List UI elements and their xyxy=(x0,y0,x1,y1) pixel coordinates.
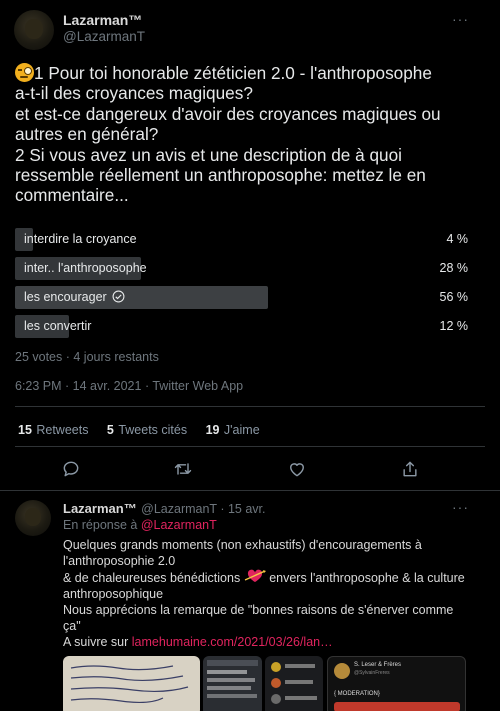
poll-option: les encourager 56 % xyxy=(15,286,473,309)
poll-option-percent: 28 % xyxy=(439,261,469,275)
check-circle-icon xyxy=(112,290,125,303)
reply-line: ça" xyxy=(63,619,81,633)
media-thumbnail-handwritten-letter[interactable] xyxy=(63,656,200,711)
reply-line: A suivre sur lamehumaine.com/2021/03/26/… xyxy=(63,635,333,649)
retweet-icon[interactable] xyxy=(173,459,193,479)
reply-more-options-icon[interactable]: ··· xyxy=(452,499,469,515)
poll-option-percent: 56 % xyxy=(439,290,469,304)
reply-line: anthroposophique xyxy=(63,587,164,601)
tweet-line: ressemble réellement un anthroposophe: m… xyxy=(15,165,426,186)
like-icon[interactable] xyxy=(287,459,307,479)
tweet-line: autres en général? xyxy=(15,124,159,145)
tweet-line: 2 Si vous avez un avis et une descriptio… xyxy=(15,144,402,165)
poll-option-label: inter.. l'anthroposophe xyxy=(24,261,147,275)
tweet-stats: 15 Retweets 5 Tweets cités 19 J'aime xyxy=(18,421,260,439)
poll-option-label: les convertir xyxy=(24,319,92,333)
poll: interdire la croyance 4 % inter.. l'anth… xyxy=(0,228,500,348)
thumb-header: S. Leser & Frères xyxy=(354,662,402,668)
media-thumbnail-profile[interactable]: S. Leser & Frères @SylvainFreres { MODER… xyxy=(327,656,466,711)
poll-option-percent: 12 % xyxy=(439,319,469,333)
poll-option-percent: 4 % xyxy=(446,232,468,246)
in-reply-to: En réponse à @LazarmanT xyxy=(63,518,217,532)
tweet-line: a-t-il des croyances magiques? xyxy=(15,83,253,104)
reply-line: & de chaleureuses bénédictions envers l'… xyxy=(63,569,465,585)
reply-line: Nous apprécions la remarque de "bonnes r… xyxy=(63,603,454,617)
quotes-stat[interactable]: 5 Tweets cités xyxy=(107,421,187,438)
poll-option: interdire la croyance 4 % xyxy=(15,228,473,251)
divider xyxy=(15,406,485,407)
heart-arrow-emoji-icon xyxy=(244,569,266,582)
in-reply-to-link[interactable]: @LazarmanT xyxy=(141,518,217,532)
divider xyxy=(15,446,485,447)
tweet-line: et est-ce dangereux d'avoir des croyance… xyxy=(15,103,441,124)
tweet-line: commentaire... xyxy=(15,185,129,206)
poll-option-label: les encourager xyxy=(24,290,125,304)
divider xyxy=(0,490,500,491)
poll-option: inter.. l'anthroposophe 28 % xyxy=(15,257,473,280)
author-name[interactable]: Lazarman™ xyxy=(63,12,142,28)
likes-stat[interactable]: 19 J'aime xyxy=(206,421,260,438)
poll-summary: 25 votes · 4 jours restants xyxy=(15,350,159,364)
tweet-line: 1 Pour toi honorable zététicien 2.0 - l'… xyxy=(15,63,495,83)
more-options-icon[interactable]: ··· xyxy=(452,11,469,27)
monocle-emoji-icon xyxy=(15,63,34,82)
media-thumbnail-screenshot[interactable] xyxy=(203,656,262,711)
reply-line: l'anthroposophie 2.0 xyxy=(63,554,176,568)
tweet-timestamp[interactable]: 6:23 PM · 14 avr. 2021 · Twitter Web App xyxy=(15,379,243,393)
article-link[interactable]: lamehumaine.com/2021/03/26/lan… xyxy=(132,635,333,649)
retweets-stat[interactable]: 15 Retweets xyxy=(18,421,88,438)
poll-option: les convertir 12 % xyxy=(15,315,473,338)
share-icon[interactable] xyxy=(400,459,420,479)
reply-icon[interactable] xyxy=(61,459,81,479)
reply-author-handle[interactable]: @LazarmanT · 15 avr. xyxy=(141,502,265,516)
reply-header: Lazarman™ @LazarmanT · 15 avr. xyxy=(63,500,265,518)
thumb-moderation: { MODERATION} xyxy=(334,691,380,697)
reply-author-name[interactable]: Lazarman™ xyxy=(63,501,137,516)
reply-text: Quelques grands moments (non exhaustifs)… xyxy=(63,537,493,650)
thumb-sub: @SylvainFreres xyxy=(354,670,390,676)
author-avatar[interactable] xyxy=(14,10,54,50)
reply-line: Quelques grands moments (non exhaustifs)… xyxy=(63,538,422,552)
media-thumbnail-chat[interactable] xyxy=(265,656,323,711)
tweet-text: 1 Pour toi honorable zététicien 2.0 - l'… xyxy=(15,63,495,206)
poll-option-label: interdire la croyance xyxy=(24,232,137,246)
author-handle[interactable]: @LazarmanT xyxy=(63,29,145,44)
reply-author-avatar[interactable] xyxy=(15,500,51,536)
